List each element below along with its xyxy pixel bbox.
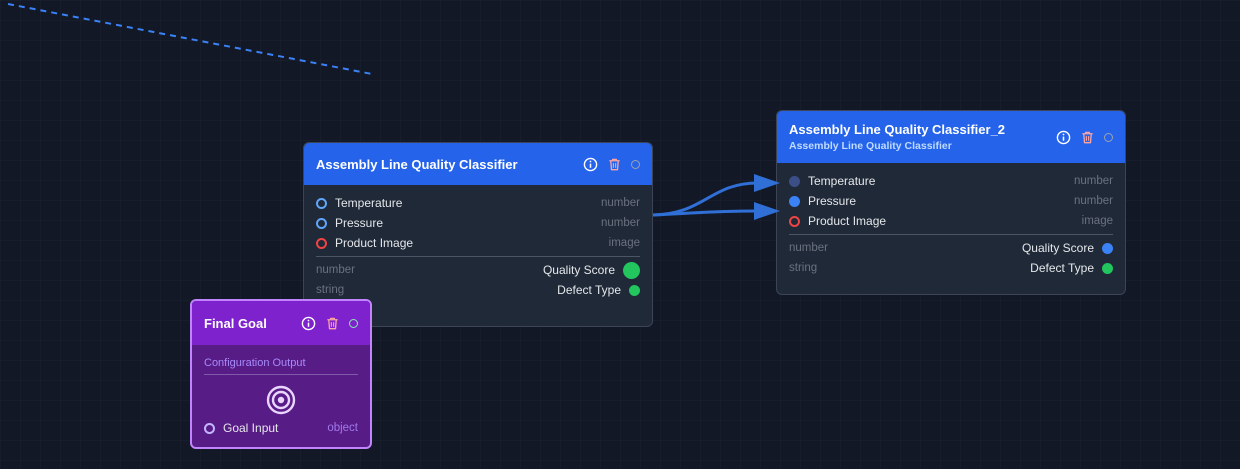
input-handle[interactable] [316, 217, 327, 229]
port-type: image [1081, 215, 1113, 227]
input-port-row: Product Image image [316, 233, 640, 253]
input-handle[interactable] [789, 175, 800, 187]
port-label: Product Image [335, 236, 414, 250]
input-handle[interactable] [316, 197, 327, 209]
output-port-row: string Defect Type [789, 258, 1113, 278]
port-label: Temperature [335, 196, 403, 210]
output-port-row: number Quality Score [789, 238, 1113, 258]
port-label: Defect Type [1030, 261, 1094, 275]
port-type: string [316, 284, 345, 296]
final-goal-header[interactable]: Final Goal [192, 301, 370, 345]
input-handle[interactable] [204, 422, 215, 434]
classifier-2-node-header[interactable]: Assembly Line Quality Classifier_2 Assem… [777, 111, 1125, 163]
input-port-row: Product Image image [789, 211, 1113, 231]
port-label: Defect Type [557, 283, 621, 297]
port-divider [789, 234, 1113, 235]
status-circle-icon [349, 318, 358, 328]
info-icon[interactable] [301, 316, 316, 331]
port-type: image [608, 237, 640, 249]
workflow-canvas[interactable]: Assembly Line Quality Classifier Tempera… [0, 0, 1240, 469]
port-label: Product Image [808, 214, 887, 228]
trash-icon[interactable] [1080, 130, 1095, 145]
output-handle[interactable] [629, 284, 640, 296]
output-port-row: string Defect Type [316, 280, 640, 300]
port-type: number [316, 264, 355, 276]
input-port-row: Goal Input object [204, 421, 358, 435]
node-actions [301, 316, 358, 331]
input-port-row: Temperature number [789, 171, 1113, 191]
goal-icon-wrap [192, 385, 370, 415]
port-type: number [601, 217, 640, 229]
classifier-2-node[interactable]: Assembly Line Quality Classifier_2 Assem… [776, 110, 1126, 295]
node-actions [583, 157, 640, 172]
info-icon[interactable] [583, 157, 598, 172]
port-type: number [1074, 195, 1113, 207]
classifier-node-body: Temperature number Pressure number Produ… [304, 185, 652, 306]
port-type: string [789, 262, 818, 274]
target-icon [266, 385, 296, 415]
port-label: Pressure [335, 216, 384, 230]
classifier-2-node-body: Temperature number Pressure number Produ… [777, 163, 1125, 284]
trash-icon[interactable] [325, 316, 340, 331]
output-handle[interactable] [1102, 242, 1113, 254]
status-circle-icon [1104, 132, 1113, 142]
node-title: Assembly Line Quality Classifier_2 [789, 122, 1006, 137]
input-handle[interactable] [789, 215, 800, 227]
port-label: Quality Score [542, 263, 615, 277]
port-divider [316, 256, 640, 257]
edge-quality-to-pressure[interactable] [652, 209, 759, 217]
pending-connection-line [7, 3, 373, 75]
node-title-group: Assembly Line Quality Classifier_2 Assem… [789, 122, 1005, 152]
node-actions [1056, 130, 1113, 145]
input-port-row: Pressure number [789, 191, 1113, 211]
node-title: Final Goal [204, 315, 267, 331]
trash-icon[interactable] [607, 157, 622, 172]
port-type: number [789, 242, 828, 254]
node-title: Assembly Line Quality Classifier [316, 156, 518, 172]
classifier-node-header[interactable]: Assembly Line Quality Classifier [304, 143, 652, 185]
port-label: Pressure [808, 194, 857, 208]
input-port-row: Temperature number [316, 193, 640, 213]
output-handle[interactable] [623, 261, 640, 279]
info-icon[interactable] [1056, 130, 1071, 145]
port-label: Goal Input [223, 421, 279, 435]
node-subtitle: Assembly Line Quality Classifier [789, 140, 952, 152]
input-handle[interactable] [316, 237, 327, 249]
port-type: object [327, 422, 358, 434]
port-label: Quality Score [1021, 241, 1094, 255]
final-goal-node[interactable]: Final Goal Configuration Output Goal Inp… [190, 299, 372, 449]
input-handle[interactable] [789, 195, 800, 207]
port-type: number [601, 197, 640, 209]
status-circle-icon [631, 159, 640, 169]
input-port-row: Pressure number [316, 213, 640, 233]
port-label: Temperature [808, 174, 876, 188]
output-port-row: number Quality Score [316, 260, 640, 280]
section-label: Configuration Output [204, 357, 358, 375]
port-type: number [1074, 175, 1113, 187]
output-handle[interactable] [1102, 262, 1113, 274]
